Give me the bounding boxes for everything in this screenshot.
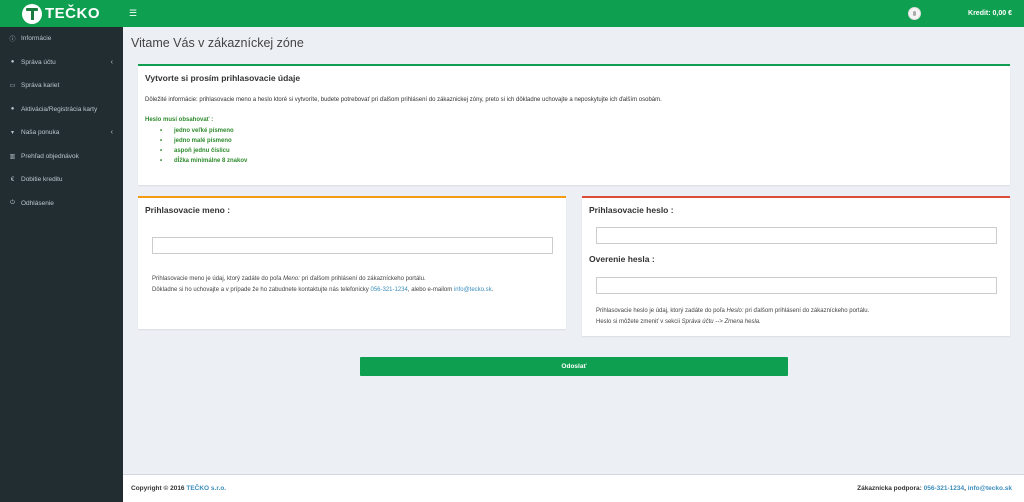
help-emphasis: Správa účtu --> Zmena hesla. [681, 319, 761, 325]
sidebar-item-label: Informácie [21, 35, 52, 43]
help-text: , alebo e-mailom [407, 287, 454, 293]
help-text: Dôkladne si ho uchovajte a v prípade že … [152, 287, 371, 293]
cart-icon: ▾ [10, 130, 14, 137]
footer-phone-link[interactable]: 056-321-1234 [924, 485, 964, 492]
bar-chart-icon: ▥ [9, 153, 16, 160]
intro-info-text: Dôležité informácie: prihlasovacie meno … [145, 97, 662, 103]
sidebar-item-dobitie-kreditu[interactable]: € Dobitie kreditu [0, 168, 123, 192]
password-confirm-input[interactable] [596, 277, 997, 294]
sidebar-item-label: Dobitie kreditu [21, 176, 63, 184]
info-icon: ⓘ [9, 37, 16, 44]
help-text: pri ďalšom prihlásení do zákazníckeho po… [299, 276, 426, 282]
help-emphasis: Heslo: [726, 308, 744, 314]
sidebar-item-label: Správa účtu [21, 58, 56, 66]
sidebar-item-odhlasenie[interactable]: ⏻ Odhlásenie [0, 192, 123, 216]
password-help: Prihlasovacie heslo je údaj, ktorý zadát… [596, 306, 869, 328]
chevron-left-icon: ‹ [110, 58, 113, 66]
help-text: Heslo si môžete zmeniť v sekcii [596, 319, 682, 325]
intro-title: Vytvorte si prosím prihlasovacie údaje [145, 73, 301, 83]
power-icon: ⏻ [10, 199, 15, 206]
copyright-text: Copyright © 2016 [131, 485, 187, 492]
user-plus-icon: ● [10, 106, 15, 113]
card-icon: ▭ [9, 83, 16, 90]
intro-box: Vytvorte si prosím prihlasovacie údaje D… [138, 64, 1010, 185]
sidebar-item-sprava-kariet[interactable]: ▭ Správa kariet [0, 74, 123, 98]
password-box: Prihlasovacie heslo : Overenie hesla : P… [582, 196, 1010, 336]
username-help: Prihlasovacie meno je údaj, ktorý zadáte… [152, 274, 493, 296]
customer-support: Zákaznícka podpora: 056-321-1234, info@t… [857, 485, 1012, 492]
username-help-line-1: Prihlasovacie meno je údaj, ktorý zadáte… [152, 274, 493, 285]
logo-text: TEČKO [45, 5, 100, 22]
user-avatar-icon[interactable] [908, 7, 921, 20]
sidebar-item-label: Správa kariet [21, 82, 60, 90]
hamburger-menu-icon[interactable]: ☰ [129, 8, 137, 19]
username-title: Prihlasovacie meno : [145, 205, 231, 215]
help-text: . [491, 287, 494, 293]
sidebar: ⓘ Informácie ● Správa účtu ‹ ▭ Správa ka… [0, 27, 123, 502]
password-help-line-1: Prihlasovacie heslo je údaj, ktorý zadát… [596, 306, 869, 317]
page-title: Vitame Vás v zákazníckej zóne [131, 36, 304, 50]
user-icon: ● [10, 59, 15, 66]
username-box: Prihlasovacie meno : Prihlasovacie meno … [138, 196, 566, 329]
password-input[interactable] [596, 227, 997, 244]
logo-icon [22, 3, 42, 24]
list-item: jedno veľké písmeno [160, 126, 247, 136]
sidebar-item-informacie[interactable]: ⓘ Informácie [0, 27, 123, 51]
sidebar-item-label: Odhlásenie [21, 199, 54, 207]
password-title: Prihlasovacie heslo : [589, 205, 674, 215]
sidebar-item-sprava-uctu[interactable]: ● Správa účtu ‹ [0, 51, 123, 75]
footer-email-link[interactable]: info@tecko.sk [968, 485, 1012, 492]
top-navbar: ☰ Kredit: 0,00 € [123, 0, 1024, 27]
list-item: dĺžka minimálne 8 znakov [160, 156, 247, 166]
help-text: Prihlasovacie heslo je údaj, ktorý zadát… [596, 308, 727, 314]
list-item: jedno malé písmeno [160, 136, 247, 146]
euro-icon: € [10, 176, 15, 183]
password-help-line-2: Heslo si môžete zmeniť v sekcii Správa ú… [596, 317, 869, 328]
sidebar-item-prehlad-objednavok[interactable]: ▥ Prehľad objednávok [0, 145, 123, 169]
support-label: Zákaznícka podpora: [857, 485, 924, 492]
sidebar-item-label: Aktivácia/Registrácia karty [21, 105, 98, 113]
support-phone-link[interactable]: 056-321-1234 [370, 287, 407, 293]
password-rules-heading: Heslo musí obsahovať : [145, 117, 214, 123]
sidebar-item-label: Prehľad objednávok [21, 152, 79, 160]
logo[interactable]: TEČKO [0, 0, 123, 27]
username-input[interactable] [152, 237, 553, 254]
password-confirm-title: Overenie hesla : [589, 254, 655, 264]
sidebar-item-nasa-ponuka[interactable]: ▾ Naša ponuka ‹ [0, 121, 123, 145]
sidebar-item-aktivacia[interactable]: ● Aktivácia/Registrácia karty [0, 98, 123, 122]
help-text: pri ďalšom prihlásení do zákazníckeho po… [743, 308, 870, 314]
footer: Copyright © 2016 TEČKO s.r.o. Zákaznícka… [123, 474, 1024, 502]
chevron-left-icon: ‹ [110, 129, 113, 137]
help-text: Prihlasovacie meno je údaj, ktorý zadáte… [152, 276, 284, 282]
list-item: aspoň jednu číslicu [160, 146, 247, 156]
sidebar-item-label: Naša ponuka [21, 129, 60, 137]
brand-link[interactable]: TEČKO s.r.o. [186, 485, 226, 492]
copyright: Copyright © 2016 TEČKO s.r.o. [131, 485, 226, 492]
password-rules-list: jedno veľké písmeno jedno malé písmeno a… [160, 126, 247, 166]
username-help-line-2: Dôkladne si ho uchovajte a v prípade že … [152, 285, 493, 296]
credit-balance: Kredit: 0,00 € [968, 10, 1012, 17]
help-emphasis: Meno: [283, 276, 300, 282]
support-email-link[interactable]: info@tecko.sk [454, 287, 492, 293]
submit-button[interactable]: Odoslať [360, 357, 788, 376]
